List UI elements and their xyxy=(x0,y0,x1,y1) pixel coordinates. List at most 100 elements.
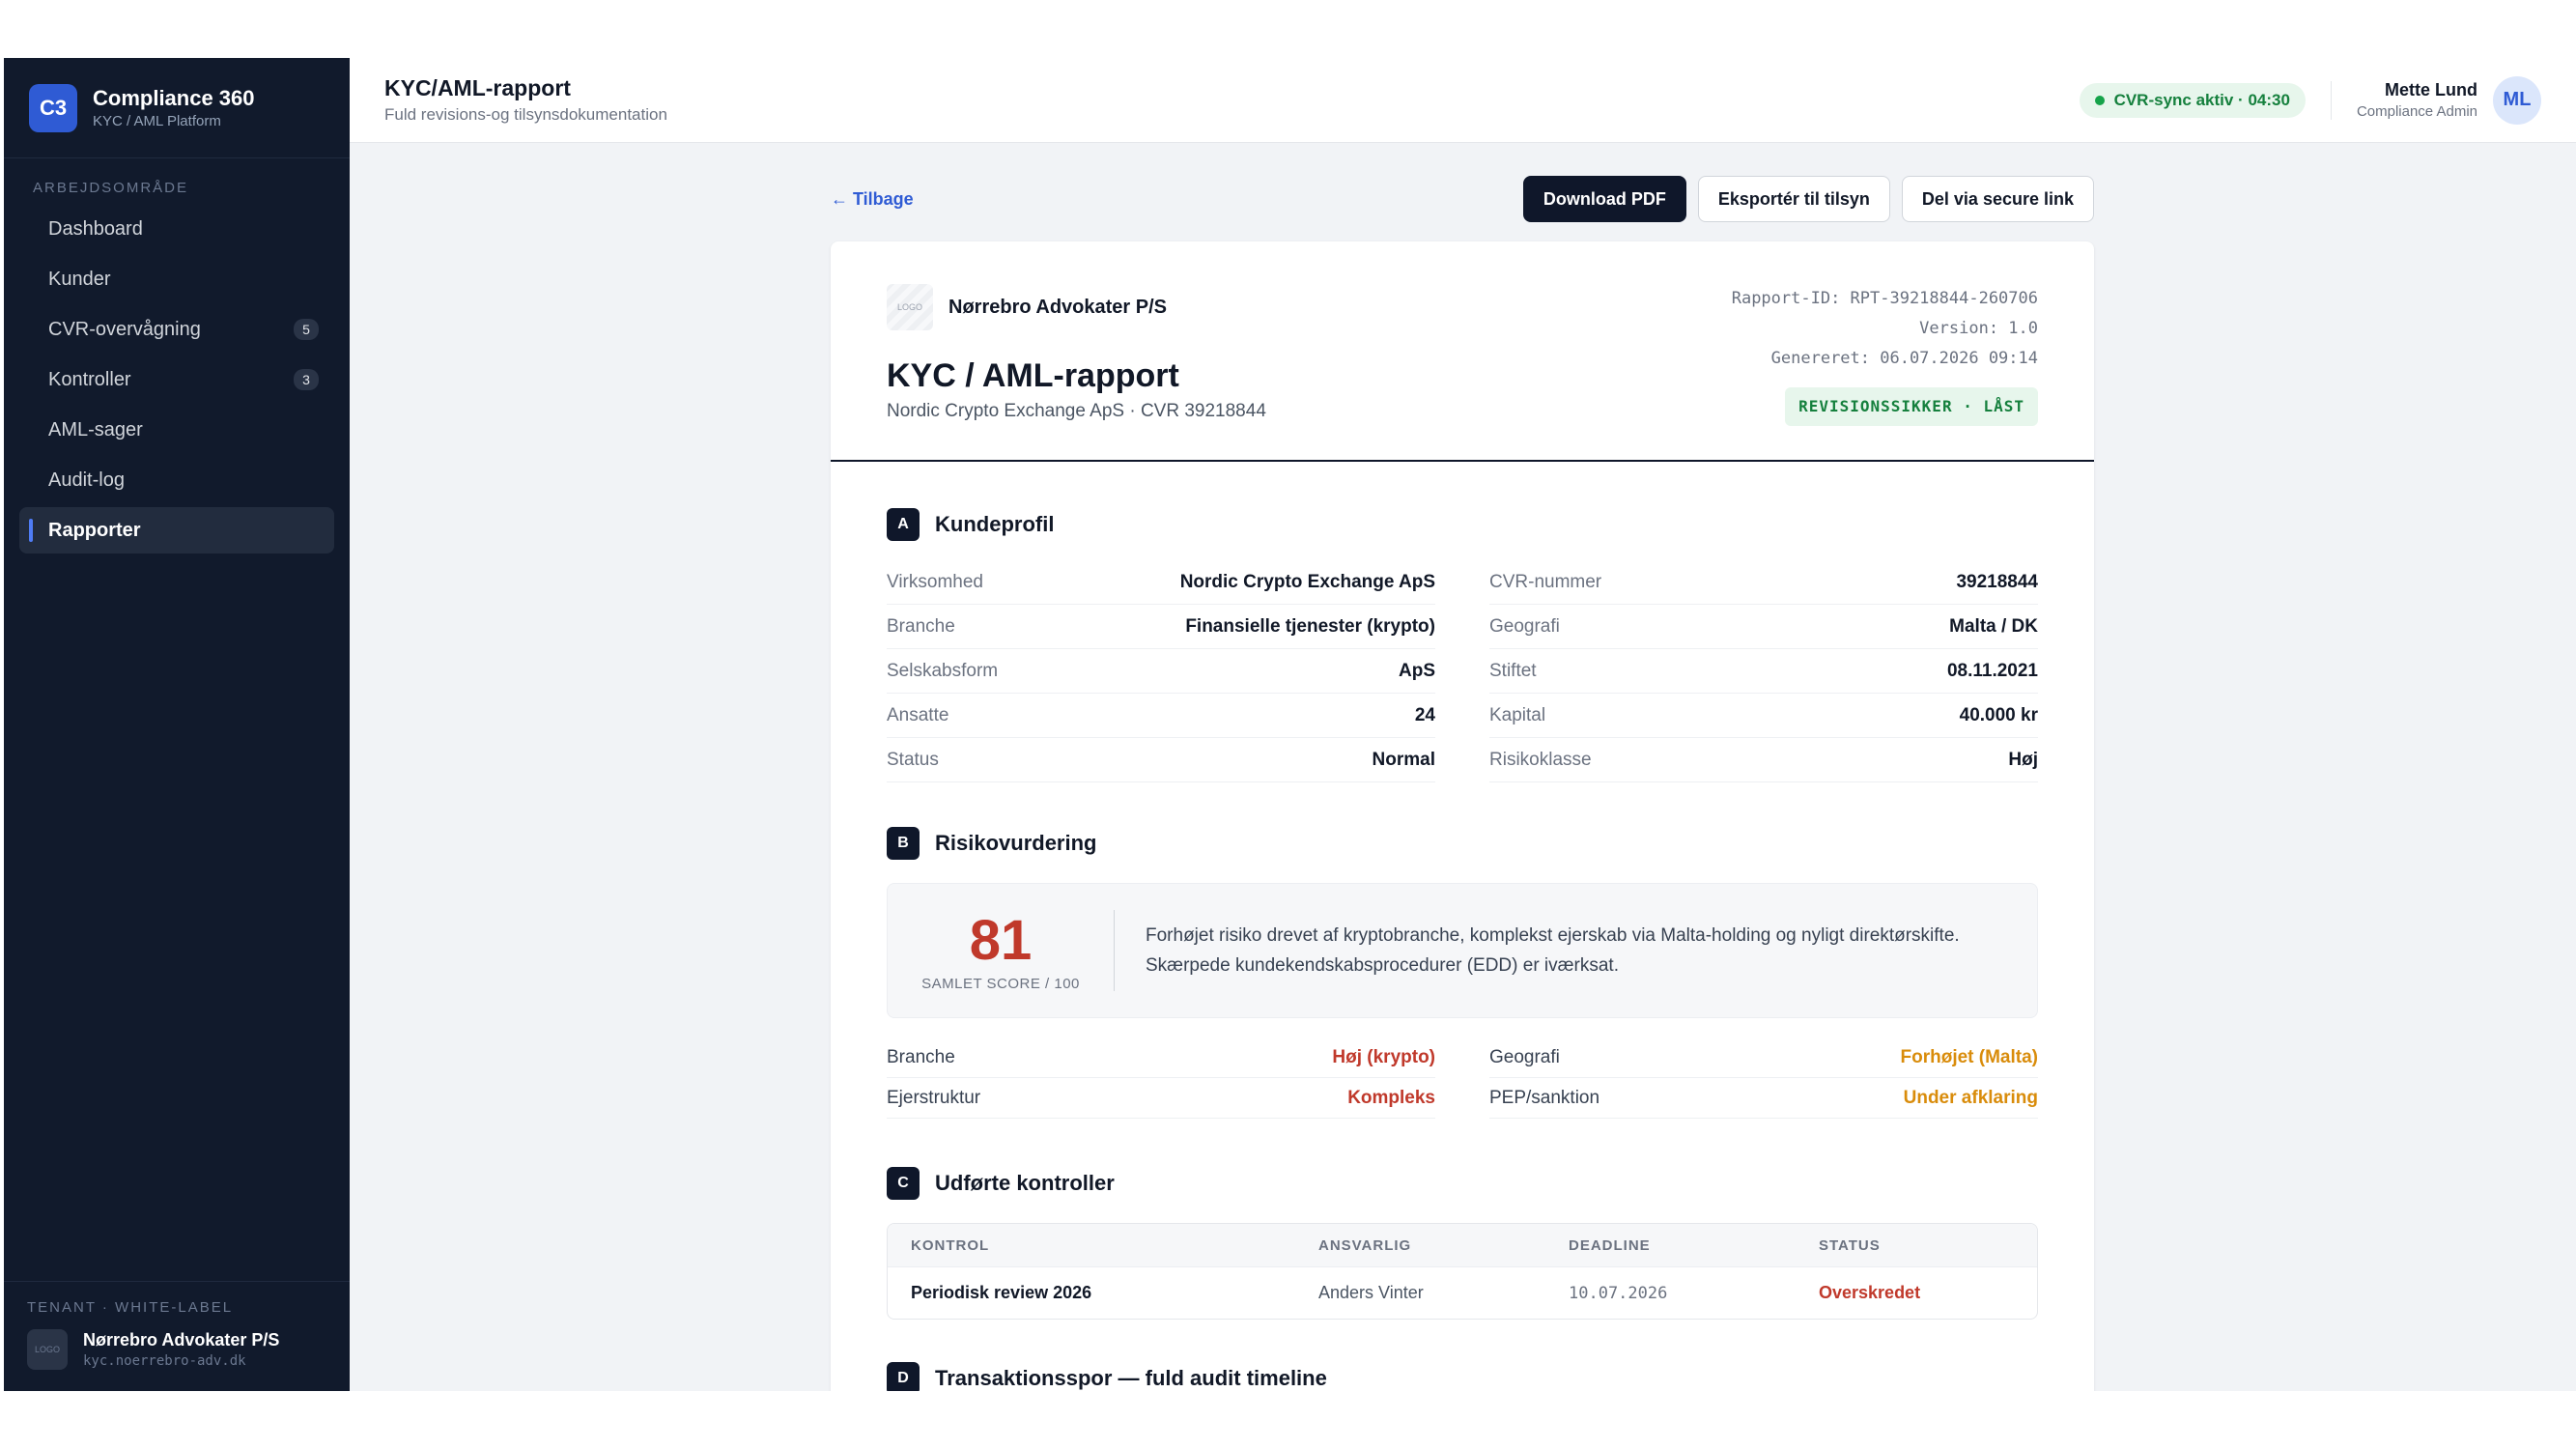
tenant-url: kyc.noerrebro-adv.dk xyxy=(83,1353,246,1369)
kv-row: Selskabsform ApS xyxy=(887,649,1435,694)
user-info[interactable]: Mette Lund Compliance Admin xyxy=(2357,80,2477,120)
report-id: Rapport-ID: RPT-39218844-260706 xyxy=(1731,289,2038,308)
section-letter: D xyxy=(887,1362,920,1391)
control-status: Overskredet xyxy=(1819,1283,1921,1302)
risk-score-caption: SAMLET SCORE / 100 xyxy=(921,975,1080,992)
kv-row: Stiftet 08.11.2021 xyxy=(1489,649,2038,694)
avatar[interactable]: ML xyxy=(2493,75,2541,125)
report-document: LOGO Nørrebro Advokater P/S KYC / AML-ra… xyxy=(831,242,2094,1391)
risk-factor-row: Ejerstruktur Kompleks xyxy=(887,1078,1435,1119)
column-header: DEADLINE xyxy=(1569,1236,1651,1254)
sync-status-text: CVR-sync aktiv · 04:30 xyxy=(2113,90,2290,109)
section-timeline-header: D Transaktionsspor — fuld audit timeline xyxy=(887,1362,2038,1391)
kv-label: Selskabsform xyxy=(887,660,999,681)
kv-row: Risikoklasse Høj xyxy=(1489,738,2038,782)
status-dot-icon xyxy=(2094,95,2105,105)
sidebar-item-dashboard[interactable]: Dashboard xyxy=(19,206,334,252)
report-content: ← Tilbage Download PDF Eksportér til til… xyxy=(831,176,2094,1391)
firm-logo: LOGO xyxy=(887,284,933,330)
risk-factor-value: Forhøjet (Malta) xyxy=(1900,1046,2039,1067)
control-owner: Anders Vinter xyxy=(1318,1283,1424,1302)
report-subtitle: Nordic Crypto Exchange ApS · CVR 3921884… xyxy=(887,401,1266,421)
user-name: Mette Lund xyxy=(2385,80,2477,99)
sidebar-item-label: Dashboard xyxy=(48,217,143,240)
sidebar-item-label: AML-sager xyxy=(48,418,143,440)
topbar: KYC/AML-rapport Fuld revisions-og tilsyn… xyxy=(350,58,2576,143)
sidebar-item-label: Audit-log xyxy=(48,469,125,491)
sidebar-item-aml-sager[interactable]: AML-sager xyxy=(19,407,334,453)
download-pdf-button[interactable]: Download PDF xyxy=(1522,176,1686,222)
export-button[interactable]: Eksportér til tilsyn xyxy=(1697,176,1890,222)
divider xyxy=(1114,910,1115,991)
section-letter: B xyxy=(887,827,920,860)
back-link[interactable]: ← Tilbage xyxy=(831,189,914,210)
table-row[interactable]: Periodisk review 2026 Anders Vinter 10.0… xyxy=(888,1266,2037,1319)
sync-status-badge: CVR-sync aktiv · 04:30 xyxy=(2079,82,2306,118)
sidebar-item-label: CVR-overvågning xyxy=(48,318,201,340)
kv-value: Finansielle tjenester (krypto) xyxy=(1185,615,1435,637)
kv-row: CVR-nummer 39218844 xyxy=(1489,560,2038,605)
column-header: ANSVARLIG xyxy=(1318,1236,1412,1254)
kundeprofil-grid: Virksomhed Nordic Crypto Exchange ApS Bra… xyxy=(887,560,2038,782)
kv-row: Geografi Malta / DK xyxy=(1489,605,2038,649)
brand[interactable]: C3 Compliance 360 KYC / AML Platform xyxy=(4,58,350,158)
kv-label: Status xyxy=(887,749,939,770)
risk-factor-value: Kompleks xyxy=(1347,1087,1435,1108)
risk-factor-row: PEP/sanktion Under afklaring xyxy=(1489,1078,2038,1119)
action-bar: ← Tilbage Download PDF Eksportér til til… xyxy=(831,176,2094,222)
page-title: KYC/AML-rapport xyxy=(384,75,571,100)
kv-value: 40.000 kr xyxy=(1959,704,2038,725)
kv-label: Risikoklasse xyxy=(1489,749,1592,770)
share-link-button[interactable]: Del via secure link xyxy=(1901,176,2094,222)
tenant-label: TENANT · WHITE-LABEL xyxy=(27,1299,234,1316)
kv-value: Normal xyxy=(1372,749,1435,770)
kv-row: Kapital 40.000 kr xyxy=(1489,694,2038,738)
kv-value: Malta / DK xyxy=(1949,615,2038,637)
risk-factor-label: Branche xyxy=(887,1046,955,1067)
sidebar: C3 Compliance 360 KYC / AML Platform ARB… xyxy=(4,58,350,1391)
kv-label: Virksomhed xyxy=(887,571,983,592)
section-title: Risikovurdering xyxy=(935,831,1097,855)
kv-label: Ansatte xyxy=(887,704,949,725)
sidebar-item-label: Kunder xyxy=(48,268,111,290)
sidebar-item-label: Rapporter xyxy=(48,519,141,541)
section-risiko-header: B Risikovurdering xyxy=(887,827,2038,860)
section-letter: C xyxy=(887,1167,920,1200)
sidebar-item-kontroller[interactable]: Kontroller 3 xyxy=(19,356,334,403)
column-header: KONTROL xyxy=(911,1236,990,1254)
kv-value: 08.11.2021 xyxy=(1946,660,2038,681)
risk-score-box: 81 SAMLET SCORE / 100 Forhøjet risiko dr… xyxy=(887,883,2038,1018)
nav-section-label: ARBEJDSOMRÅDE xyxy=(33,180,189,196)
report-title: KYC / AML-rapport xyxy=(887,357,1179,394)
main-area: KYC/AML-rapport Fuld revisions-og tilsyn… xyxy=(350,58,2576,1391)
risk-factor-value: Høj (krypto) xyxy=(1332,1046,1435,1067)
risk-factor-row: Branche Høj (krypto) xyxy=(887,1037,1435,1078)
kv-value: 39218844 xyxy=(1956,571,2038,592)
count-badge: 3 xyxy=(294,369,319,390)
risk-summary-line: Forhøjet risiko drevet af kryptobranche,… xyxy=(1146,925,1960,946)
risk-factors: Branche Høj (krypto) Ejerstruktur Kompleks… xyxy=(887,1037,2038,1119)
control-name: Periodisk review 2026 xyxy=(911,1283,1092,1302)
sidebar-item-rapporter[interactable]: Rapporter xyxy=(19,507,334,554)
kv-row: Virksomhed Nordic Crypto Exchange ApS xyxy=(887,560,1435,605)
sidebar-item-audit-log[interactable]: Audit-log xyxy=(19,457,334,503)
kv-value: Høj xyxy=(2008,749,2038,770)
tenant-panel: TENANT · WHITE-LABEL LOGO Nørrebro Advok… xyxy=(4,1281,350,1391)
user-role: Compliance Admin xyxy=(2356,103,2477,120)
section-kundeprofil-header: A Kundeprofil xyxy=(887,508,2038,541)
section-title: Udførte kontroller xyxy=(935,1171,1115,1195)
sidebar-item-kunder[interactable]: Kunder xyxy=(19,256,334,302)
kv-value: 24 xyxy=(1414,704,1435,725)
risk-factor-row: Geografi Forhøjet (Malta) xyxy=(1489,1037,2038,1078)
sidebar-item-label: Kontroller xyxy=(48,368,131,390)
page-subtitle: Fuld revisions-og tilsynsdokumentation xyxy=(384,105,667,124)
sidebar-item-cvr-overvagning[interactable]: CVR-overvågning 5 xyxy=(19,306,334,353)
kv-label: CVR-nummer xyxy=(1489,571,1602,592)
risk-factor-label: PEP/sanktion xyxy=(1489,1087,1600,1108)
section-title: Kundeprofil xyxy=(935,512,1055,536)
report-version: Version: 1.0 xyxy=(1919,319,2038,338)
risk-score: 81 xyxy=(969,908,1033,972)
column-header: STATUS xyxy=(1819,1236,1881,1254)
risk-factor-value: Under afklaring xyxy=(1903,1087,2038,1108)
sidebar-nav: Dashboard Kunder CVR-overvågning 5 Kontr… xyxy=(4,206,350,554)
